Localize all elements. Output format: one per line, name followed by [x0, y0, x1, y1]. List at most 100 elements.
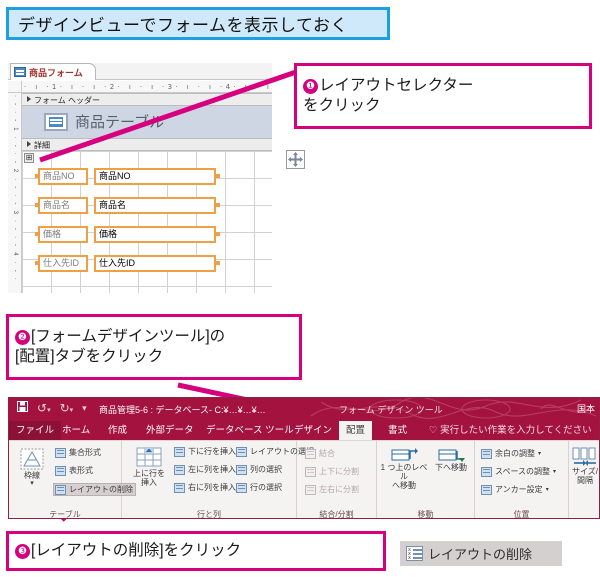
select-column-icon: [236, 464, 247, 475]
resize-handle[interactable]: [35, 261, 39, 265]
tell-me-box[interactable]: ♡ 実行したい作業を入力してください: [429, 421, 592, 440]
section-bar-detail-label: 詳細: [34, 141, 50, 150]
callout-3-number: ❸: [15, 543, 30, 559]
horizontal-ruler[interactable]: · ı ·1· ı · ı ·2· ı · ı ·3· ı · ı ·4· ı …: [22, 81, 272, 93]
field-label-1[interactable]: 商品名: [38, 197, 88, 214]
ribbon-group-position-label: 位置: [513, 510, 530, 519]
gridlines-dropdown-caret[interactable]: ▾: [15, 480, 49, 488]
form-design-view: 商品フォーム · ı ·1· ı · ı ·2· ı · ı ·3· ı · ı…: [8, 63, 272, 293]
select-column-item[interactable]: 列の選択: [236, 464, 282, 475]
merge-item[interactable]: 結合: [305, 448, 335, 459]
select-column-label: 列の選択: [250, 465, 282, 474]
callout-3: ❸ [レイアウトの削除]をクリック: [6, 531, 386, 571]
form-header-title[interactable]: 商品テーブル: [75, 111, 164, 132]
tab-format[interactable]: 書式: [381, 421, 414, 440]
resize-handle[interactable]: [35, 232, 39, 236]
tabular-layout-item[interactable]: 表形式: [55, 465, 93, 476]
redo-icon[interactable]: ↻▾: [60, 401, 74, 415]
resize-handle[interactable]: [216, 203, 220, 207]
control-padding-caret-icon[interactable]: ▾: [553, 468, 556, 475]
field-label-2[interactable]: 価格: [38, 226, 88, 243]
remove-layout-zoom-icon: xxx: [406, 546, 423, 561]
insert-below-item[interactable]: 下に行を挿入: [174, 446, 236, 457]
callout-2: ❷ [フォームデザインツール]の [配置]タブをクリック: [6, 314, 302, 380]
anchoring-caret-icon[interactable]: ▾: [546, 486, 549, 493]
split-horizontally-icon: [305, 484, 316, 495]
undo-icon[interactable]: ↺▾: [37, 401, 51, 415]
insert-left-label: 左に列を挿入: [188, 465, 236, 474]
field-control-0[interactable]: 商品NO: [94, 168, 216, 185]
remove-layout-zoom-chip[interactable]: xxx レイアウトの削除: [400, 541, 562, 566]
split-horizontally-label: 左右に分割: [319, 485, 359, 494]
document-tab-product-form[interactable]: 商品フォーム: [10, 63, 96, 80]
contextual-tools-title: フォーム デザイン ツール: [339, 405, 443, 415]
resize-handle[interactable]: [216, 261, 220, 265]
tab-file[interactable]: ファイル: [9, 421, 62, 440]
gridlines-button[interactable]: 枠線 ▾: [15, 447, 49, 488]
split-horizontally-item[interactable]: 左右に分割: [305, 484, 359, 495]
callout-2-line1: [フォームデザインツール]の: [31, 327, 226, 345]
ribbon-tabs: ファイル ホーム 作成 外部データ データベース ツール デザイン 配置 書式 …: [9, 421, 599, 440]
qat-more-icon[interactable]: ▾: [82, 403, 87, 414]
save-icon[interactable]: [17, 401, 28, 415]
anchoring-item[interactable]: アンカー設定 ▾: [481, 484, 549, 495]
select-layout-icon: [236, 446, 247, 457]
move-up-label: 1 つ上のレベル へ移動: [380, 463, 428, 491]
stacked-layout-item[interactable]: 集合形式: [55, 447, 101, 458]
account-name[interactable]: 国本: [577, 402, 595, 415]
vertical-ruler[interactable]: · - · - 1 · - · - 2 · - · - 3 · - · - 4 …: [8, 93, 22, 293]
document-tab-strip: 商品フォーム: [8, 63, 272, 80]
control-padding-item[interactable]: スペースの調整 ▾: [481, 466, 556, 477]
tab-database-tools[interactable]: データベース ツール: [199, 421, 301, 440]
layout-selector[interactable]: ⊞: [24, 153, 34, 163]
field-control-2[interactable]: 価格: [94, 226, 216, 243]
insert-right-icon: [174, 482, 185, 493]
field-control-3[interactable]: 仕入先ID: [94, 255, 216, 272]
resize-handle[interactable]: [216, 174, 220, 178]
remove-layout-zoom-label: レイアウトの削除: [428, 547, 533, 562]
callout-1-line1: レイアウトセレクター: [319, 76, 474, 94]
control-padding-icon: [481, 466, 492, 477]
design-canvas[interactable]: フォーム ヘッダー 商品テーブル 詳細 ⊞ 商品NO 商品NO 商品名 商品名 …: [22, 93, 272, 293]
ribbon-group-merge-split: 結合 上下に分割 左右に分割 結合/分割: [297, 441, 377, 518]
select-row-item[interactable]: 行の選択: [236, 482, 282, 493]
detail-grid[interactable]: ⊞ 商品NO 商品NO 商品名 商品名 価格 価格 仕入先ID 仕入先ID: [22, 151, 272, 293]
move-down-button[interactable]: 下へ移動: [429, 447, 473, 472]
control-margins-label: 余白の調整: [495, 449, 535, 458]
section-bar-detail[interactable]: 詳細: [22, 138, 272, 151]
ribbon-group-rows-columns: 上に行を 挿入 下に行を挿入 左に列を挿入 右に列を挿入 レイアウトの選択 列の…: [122, 441, 314, 519]
section-bar-form-header[interactable]: フォーム ヘッダー: [22, 93, 272, 106]
control-margins-caret-icon[interactable]: ▾: [538, 450, 541, 457]
control-margins-icon: [481, 448, 492, 459]
split-vertically-item[interactable]: 上下に分割: [305, 466, 359, 477]
insert-right-item[interactable]: 右に列を挿入: [174, 482, 236, 493]
tab-create[interactable]: 作成: [101, 421, 134, 440]
form-logo-icon[interactable]: [44, 113, 68, 131]
resize-handle[interactable]: [35, 174, 39, 178]
resize-handle[interactable]: [35, 203, 39, 207]
tell-me-label: 実行したい作業を入力してください: [440, 425, 592, 436]
form-header-grid: 商品テーブル: [22, 106, 272, 138]
insert-left-item[interactable]: 左に列を挿入: [174, 464, 236, 475]
vertical-ruler-ticks: · - · - 1 · - · - 2 · - · - 3 · - · - 4 …: [12, 95, 18, 282]
field-control-1[interactable]: 商品名: [94, 197, 216, 214]
tab-arrange[interactable]: 配置: [339, 421, 373, 440]
control-margins-item[interactable]: 余白の調整 ▾: [481, 448, 541, 459]
field-label-0[interactable]: 商品NO: [38, 168, 88, 185]
document-tab-label: 商品フォーム: [29, 67, 83, 78]
tab-design[interactable]: デザイン: [287, 421, 339, 440]
tabular-layout-icon: [55, 465, 66, 476]
ribbon-group-rows-columns-label: 行と列: [197, 510, 221, 519]
callout-1-line2: をクリック: [303, 97, 381, 114]
quick-access-toolbar: ↺▾ ↻▾ ▾ 商品管理5-6 : データベース- C:¥…¥…¥… フォーム …: [9, 398, 599, 421]
insert-above-button[interactable]: 上に行を 挿入: [128, 445, 170, 487]
resize-handle[interactable]: [216, 232, 220, 236]
tab-external-data[interactable]: 外部データ: [139, 421, 201, 440]
access-ribbon: ↺▾ ↻▾ ▾ 商品管理5-6 : データベース- C:¥…¥…¥… フォーム …: [8, 397, 600, 519]
form-object-icon: [14, 67, 26, 77]
tabular-layout-label: 表形式: [69, 466, 93, 475]
size-spacing-button[interactable]: サイズ/ 間隔: [569, 447, 599, 485]
move-up-button[interactable]: 1 つ上のレベル へ移動: [379, 447, 429, 491]
field-label-3[interactable]: 仕入先ID: [38, 255, 88, 272]
tab-home[interactable]: ホーム: [55, 421, 97, 440]
